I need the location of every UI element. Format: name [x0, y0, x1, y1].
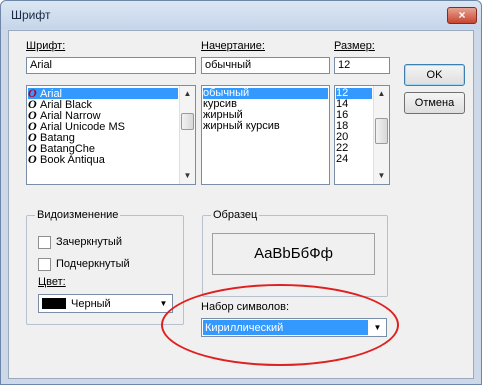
size-label: Размер:: [334, 40, 375, 52]
style-list-item[interactable]: жирный курсив: [203, 121, 280, 132]
strikeout-label[interactable]: Зачеркнутый: [56, 236, 122, 248]
sample-preview: AaBbБбФф: [212, 233, 375, 275]
ok-button[interactable]: OK: [404, 64, 465, 86]
scroll-thumb[interactable]: [375, 118, 388, 144]
font-name-input[interactable]: Arial: [26, 57, 196, 74]
scroll-up-icon[interactable]: ▲: [374, 86, 389, 102]
font-list[interactable]: O Arial O Arial Black O Arial Narrow O Arial…: [26, 85, 196, 185]
color-label: Цвет:: [38, 276, 66, 288]
font-list-item[interactable]: O BatangChe: [28, 142, 95, 155]
size-list-scrollbar[interactable]: ▲ ▼: [373, 86, 389, 184]
underline-label[interactable]: Подчеркнутый: [56, 258, 130, 270]
style-list[interactable]: обычный курсив жирный жирный курсив: [201, 85, 330, 185]
opentype-font-icon: O: [28, 152, 37, 166]
color-swatch: [42, 298, 66, 309]
dialog-title: Шрифт: [11, 8, 51, 22]
size-list-item[interactable]: 24: [336, 154, 348, 165]
font-list-item[interactable]: O Arial Unicode MS: [28, 120, 125, 133]
font-list-item[interactable]: O Arial Black: [28, 98, 92, 111]
close-button[interactable]: ×: [447, 7, 477, 24]
close-icon: ×: [458, 8, 466, 22]
scroll-up-icon[interactable]: ▲: [180, 86, 195, 102]
effects-group-title: Видоизменение: [35, 209, 121, 221]
size-input[interactable]: 12: [334, 57, 390, 74]
underline-checkbox[interactable]: [38, 258, 51, 271]
style-label: Начертание:: [201, 40, 265, 52]
sample-group-title: Образец: [211, 209, 260, 221]
highlight-ellipse: [161, 284, 399, 366]
font-label: Шрифт:: [26, 40, 66, 52]
title-bar[interactable]: Шрифт ×: [1, 1, 481, 29]
font-list-item[interactable]: O Arial: [28, 87, 178, 100]
color-combo[interactable]: Черный ▼: [38, 294, 173, 313]
strikeout-checkbox[interactable]: [38, 236, 51, 249]
scroll-down-icon[interactable]: ▼: [374, 168, 389, 184]
font-list-scrollbar[interactable]: ▲ ▼: [179, 86, 195, 184]
font-list-item[interactable]: O Arial Narrow: [28, 109, 101, 122]
style-input[interactable]: обычный: [201, 57, 330, 74]
scroll-down-icon[interactable]: ▼: [180, 168, 195, 184]
color-value: Черный: [71, 298, 111, 310]
scroll-thumb[interactable]: [181, 113, 194, 130]
font-dialog: Шрифт × Шрифт: Arial O Arial O Arial Black…: [0, 0, 482, 385]
cancel-button[interactable]: Отмена: [404, 92, 465, 114]
size-list[interactable]: 12 14 16 18 20 22 24 ▲ ▼: [334, 85, 390, 185]
font-list-item[interactable]: O Book Antiqua: [28, 152, 105, 166]
